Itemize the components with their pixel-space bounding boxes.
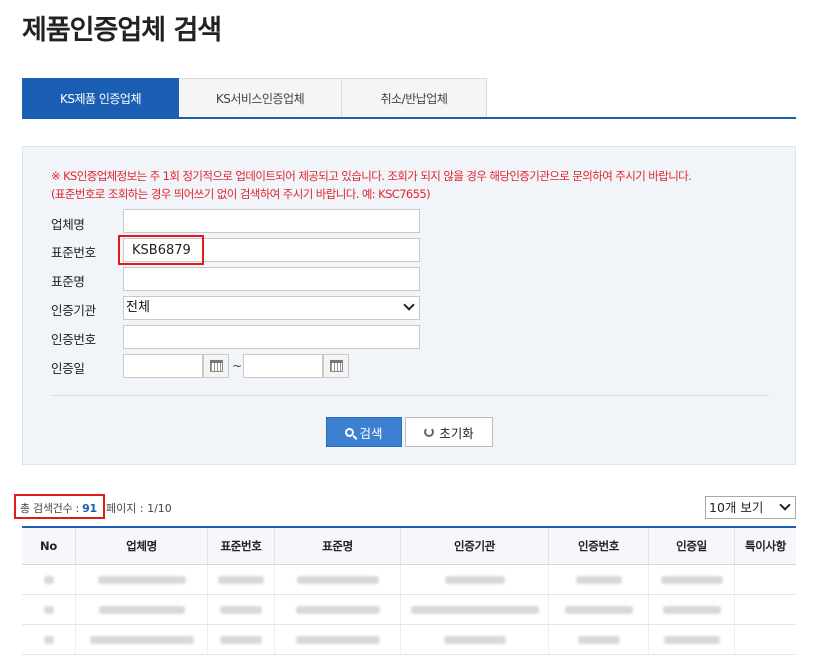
per-page-selected: 10개 보기 — [709, 500, 764, 515]
company-label: 업체명 — [51, 217, 85, 232]
cert-no-input[interactable] — [123, 325, 420, 349]
cert-no-label: 인증번호 — [51, 332, 96, 347]
table-row[interactable] — [22, 625, 796, 655]
col-no: No — [22, 528, 76, 564]
refresh-icon — [424, 427, 435, 437]
redacted-cell — [220, 635, 262, 644]
redacted-cell — [660, 575, 723, 584]
redacted-cell — [662, 605, 721, 614]
agency-label: 인증기관 — [51, 303, 96, 318]
redacted-cell — [577, 635, 620, 644]
search-icon — [345, 427, 355, 437]
page-info: 페이지 : 1/10 — [106, 502, 172, 515]
calendar-icon — [209, 360, 223, 372]
redacted-cell — [98, 605, 185, 614]
redacted-cell — [575, 575, 622, 584]
standard-name-input[interactable] — [123, 267, 420, 291]
table-header: No 업체명 표준번호 표준명 인증기관 인증번호 인증일 특이사항 — [22, 528, 796, 565]
redacted-cell — [663, 635, 720, 644]
col-company: 업체명 — [76, 528, 208, 564]
per-page-select[interactable]: 10개 보기 — [705, 496, 796, 519]
results-table: No 업체명 표준번호 표준명 인증기관 인증번호 인증일 특이사항 — [22, 526, 796, 655]
redacted-cell — [296, 575, 379, 584]
search-panel: ※ KS인증업체정보는 주 1회 정기적으로 업데이트되어 제공되고 있습니다.… — [22, 146, 796, 465]
redacted-cell — [43, 605, 54, 614]
col-standard-no: 표준번호 — [208, 528, 275, 564]
company-input[interactable] — [123, 209, 420, 233]
search-button-label: 검색 — [359, 425, 383, 441]
standard-no-label: 표준번호 — [51, 245, 96, 260]
col-remarks: 특이사항 — [744, 539, 787, 553]
tab-underline — [22, 117, 796, 119]
chevron-down-icon — [779, 499, 791, 511]
reset-button-label: 초기화 — [439, 425, 474, 441]
redacted-cell — [443, 635, 506, 644]
tab-ks-product[interactable]: KS제품 인증업체 — [22, 78, 179, 118]
calendar-icon — [329, 360, 343, 372]
cert-date-start-input[interactable] — [123, 354, 203, 378]
tab-ks-service[interactable]: KS서비스인증업체 — [179, 78, 342, 118]
highlight-box — [118, 235, 204, 265]
tab-bar: KS제품 인증업체 KS서비스인증업체 취소/반납업체 — [22, 78, 487, 118]
redacted-cell — [43, 575, 54, 584]
col-cert-no: 인증번호 — [549, 528, 649, 564]
standard-name-label: 표준명 — [51, 274, 85, 289]
redacted-cell — [295, 605, 380, 614]
redacted-cell — [444, 575, 505, 584]
cert-date-end-calendar-button[interactable] — [323, 354, 349, 378]
highlight-box — [14, 494, 105, 519]
date-separator: ~ — [232, 359, 243, 373]
table-row[interactable] — [22, 565, 796, 595]
redacted-cell — [220, 605, 262, 614]
reset-button[interactable]: 초기화 — [405, 417, 493, 447]
redacted-cell — [89, 635, 194, 644]
col-agency: 인증기관 — [401, 528, 549, 564]
col-cert-date: 인증일 — [649, 528, 735, 564]
cert-date-end-input[interactable] — [243, 354, 323, 378]
cert-date-start-calendar-button[interactable] — [203, 354, 229, 378]
cert-date-label: 인증일 — [51, 361, 85, 376]
page-title: 제품인증업체 검색 — [22, 15, 222, 46]
agency-select[interactable]: 전체 — [123, 296, 420, 320]
redacted-cell — [218, 575, 264, 584]
search-button[interactable]: 검색 — [326, 417, 402, 447]
redacted-cell — [410, 605, 539, 614]
redacted-cell — [295, 635, 380, 644]
divider — [51, 395, 769, 396]
table-row[interactable] — [22, 595, 796, 625]
notice-text: ※ KS인증업체정보는 주 1회 정기적으로 업데이트되어 제공되고 있습니다.… — [51, 169, 692, 201]
col-standard-name: 표준명 — [275, 528, 401, 564]
redacted-cell — [97, 575, 186, 584]
tab-cancelled[interactable]: 취소/반납업체 — [342, 78, 487, 118]
agency-selected: 전체 — [126, 300, 150, 315]
chevron-down-icon — [403, 299, 415, 311]
redacted-cell — [43, 635, 54, 644]
redacted-cell — [564, 605, 633, 614]
